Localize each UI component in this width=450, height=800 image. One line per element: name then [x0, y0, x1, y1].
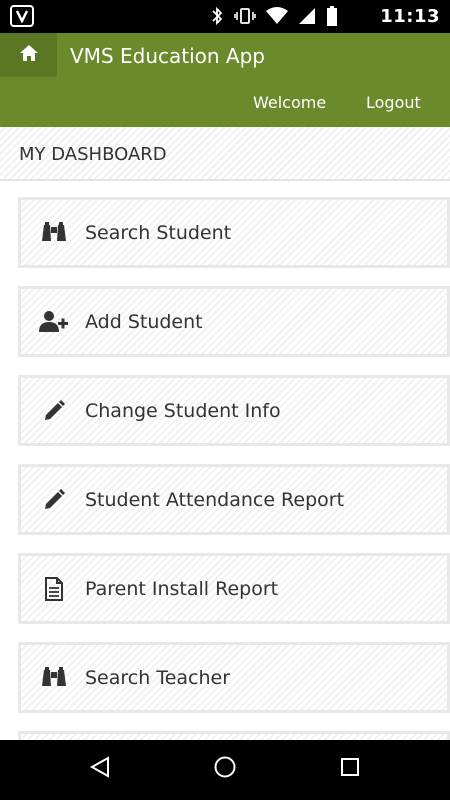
- search-teacher-button[interactable]: Search Teacher: [18, 642, 450, 713]
- menu-item-label: Add Student: [85, 310, 203, 333]
- dashboard-title: MY DASHBOARD: [0, 127, 450, 181]
- app-title: VMS Education App: [70, 44, 265, 68]
- dashboard: MY DASHBOARD Search Student Add Student: [0, 127, 450, 740]
- recents-button[interactable]: [335, 754, 365, 784]
- menu-item-partial[interactable]: [18, 731, 450, 740]
- change-student-info-button[interactable]: Change Student Info: [18, 375, 450, 446]
- wifi-icon: [266, 7, 288, 29]
- search-student-button[interactable]: Search Student: [18, 197, 450, 268]
- home-circle-icon: [213, 755, 237, 783]
- app-v-icon: [10, 5, 34, 27]
- back-icon: [89, 756, 111, 782]
- menu-item-label: Parent Install Report: [85, 577, 279, 600]
- add-student-button[interactable]: Add Student: [18, 286, 450, 357]
- home-nav-button[interactable]: [210, 754, 240, 784]
- signal-icon: [298, 7, 316, 29]
- menu-item-label: Student Attendance Report: [85, 488, 345, 511]
- system-nav-bar: [0, 740, 450, 800]
- student-attendance-report-button[interactable]: Student Attendance Report: [18, 464, 450, 535]
- welcome-link[interactable]: Welcome: [253, 93, 326, 112]
- clock: 11:13: [380, 6, 440, 27]
- status-icons: [210, 6, 338, 30]
- binoculars-icon: [39, 663, 69, 693]
- menu-item-label: Search Teacher: [85, 666, 231, 689]
- document-icon: [39, 574, 69, 604]
- home-icon: [19, 43, 39, 67]
- recents-icon: [339, 756, 361, 782]
- binoculars-icon: [39, 218, 69, 248]
- battery-icon: [326, 6, 338, 30]
- status-bar: 11:13: [0, 0, 450, 33]
- menu-item-label: Change Student Info: [85, 399, 281, 422]
- bluetooth-icon: [210, 6, 224, 30]
- back-button[interactable]: [85, 754, 115, 784]
- pencil-icon: [39, 485, 69, 515]
- add-user-icon: [39, 307, 69, 337]
- pencil-icon: [39, 396, 69, 426]
- home-button[interactable]: [0, 33, 57, 77]
- logout-link[interactable]: Logout: [366, 93, 421, 112]
- menu-item-label: Search Student: [85, 221, 232, 244]
- vibrate-icon: [234, 6, 256, 30]
- app-header: VMS Education App Welcome Logout: [0, 33, 450, 127]
- parent-install-report-button[interactable]: Parent Install Report: [18, 553, 450, 624]
